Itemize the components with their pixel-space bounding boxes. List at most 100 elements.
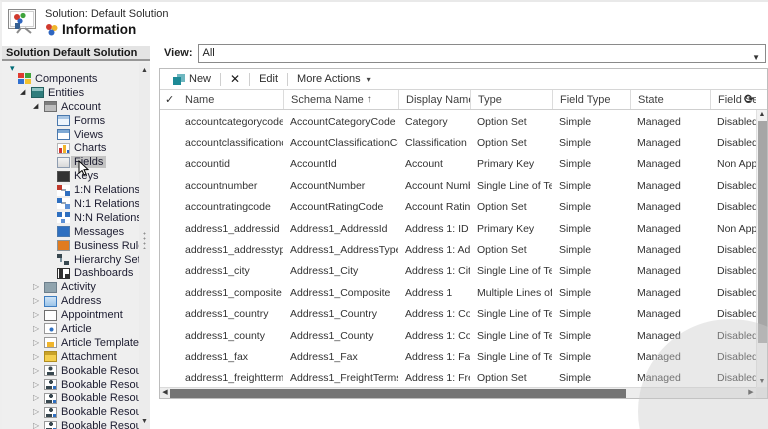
tree-item[interactable]: ▷ Appointment	[2, 308, 139, 322]
cell-field_type: Simple	[559, 222, 592, 235]
expander-icon[interactable]: ▷	[33, 324, 44, 334]
scroll-up-icon[interactable]: ▲	[757, 110, 767, 120]
view-select[interactable]: All ▼	[197, 43, 766, 66]
expander-icon[interactable]: ▷	[33, 407, 44, 417]
expander-icon[interactable]: ◢	[20, 88, 31, 98]
column-header-schema-name[interactable]: Schema Name ↑	[283, 90, 398, 109]
cell-field_sec: Disabled	[717, 201, 756, 214]
expander-icon[interactable]: ▷	[33, 393, 44, 403]
view-selected-option: All	[202, 46, 215, 59]
dropdown-arrow-icon[interactable]: ▼	[752, 49, 760, 66]
tree-item[interactable]: ▷ Bookable Resource ...	[2, 405, 139, 419]
table-row[interactable]: address1_city Address1_City Address 1: Cit…	[160, 261, 756, 282]
bookable-resource-icon	[44, 365, 57, 377]
select-all-column-header[interactable]: ✓	[160, 90, 178, 109]
forms-icon	[57, 115, 70, 127]
tree-item[interactable]: 1:N Relationships	[2, 183, 139, 197]
cell-name: address1_addresstypecode	[185, 244, 283, 257]
cell-name: accountcategorycode	[185, 115, 283, 128]
cell-display: Address 1: Addr...	[405, 244, 470, 257]
scrollbar-grip[interactable]	[142, 231, 147, 250]
cell-type: Option Set	[477, 137, 527, 150]
column-header-name[interactable]: Name	[178, 90, 283, 109]
tree-item[interactable]: Forms	[2, 114, 139, 128]
cell-display: Account	[405, 158, 443, 171]
expander-icon[interactable]: ▷	[33, 380, 44, 390]
cell-name: address1_county	[185, 329, 265, 342]
table-row[interactable]: accountcategorycode AccountCategoryCode Ca…	[160, 111, 756, 132]
expander-icon[interactable]: ▷	[33, 310, 44, 320]
view-bar: View: All ▼	[164, 43, 766, 63]
tree-item[interactable]: Components	[2, 72, 139, 86]
scroll-up-icon[interactable]: ▲	[139, 65, 150, 76]
tree-item[interactable]: ▷ Attachment	[2, 350, 139, 364]
tree-item[interactable]: Business Rules	[2, 239, 139, 253]
tree-item[interactable]: N:1 Relationships	[2, 197, 139, 211]
tree-item[interactable]: Fields	[2, 155, 139, 169]
tree-item[interactable]: Charts	[2, 141, 139, 155]
table-row[interactable]: accountnumber AccountNumber Account Number…	[160, 175, 756, 196]
tree-item[interactable]: ▷ Bookable Resource	[2, 364, 139, 378]
tree-item-label: Bookable Resource ...	[61, 392, 139, 405]
toolbar-divider	[287, 72, 289, 86]
tree-item[interactable]: Keys	[2, 169, 139, 183]
cell-field_type: Simple	[559, 158, 592, 171]
cell-state: Managed	[637, 158, 681, 171]
column-header-state[interactable]: State	[630, 90, 710, 109]
tree-item[interactable]: ▷ Bookable Resource ...	[2, 419, 139, 429]
table-row[interactable]: address1_composite Address1_Composite Addr…	[160, 282, 756, 303]
tree-item[interactable]: Dashboards	[2, 266, 139, 280]
scroll-left-icon[interactable]: ◀	[160, 388, 170, 398]
tree-scrollbar[interactable]: ▲ ▼	[139, 63, 150, 429]
column-header-label: Schema Name	[291, 93, 364, 106]
expander-icon[interactable]: ◢	[33, 102, 44, 112]
tree-item[interactable]: ▷ Article	[2, 322, 139, 336]
tree-item[interactable]: ▷ Bookable Resource ...	[2, 378, 139, 392]
expander-icon[interactable]: ▷	[33, 296, 44, 306]
expander-icon[interactable]: ▷	[33, 282, 44, 292]
column-header-type[interactable]: Type	[470, 90, 552, 109]
delete-icon: ✕	[230, 72, 241, 86]
expander-icon[interactable]: ▷	[33, 352, 44, 362]
tree-item[interactable]: ▷ Address	[2, 294, 139, 308]
cell-schema: Address1_Fax	[290, 350, 358, 363]
cell-name: address1_country	[185, 308, 269, 321]
tree-item[interactable]: Views	[2, 128, 139, 142]
cell-field_type: Simple	[559, 265, 592, 278]
tree-item[interactable]: Messages	[2, 225, 139, 239]
components-icon	[18, 73, 31, 85]
tree-item-label: Bookable Resource ...	[61, 406, 139, 419]
table-row[interactable]: accountclassificationcode AccountClassifi…	[160, 132, 756, 153]
tree-item[interactable]: ▷ Bookable Resource ...	[2, 391, 139, 405]
tree-item[interactable]: ▷ Article Template	[2, 336, 139, 350]
vertical-scroll-thumb[interactable]	[758, 121, 767, 343]
expander-icon[interactable]: ▷	[33, 366, 44, 376]
tree-item[interactable]: ▷ Activity	[2, 280, 139, 294]
table-row[interactable]: accountid AccountId Account Primary Key Simp…	[160, 154, 756, 175]
column-header-field-type[interactable]: Field Type	[552, 90, 630, 109]
table-row[interactable]: address1_addressid Address1_AddressId Addr…	[160, 218, 756, 239]
solution-window: Solution: Default Solution Information S…	[0, 0, 768, 429]
scroll-down-icon[interactable]: ▼	[139, 416, 150, 427]
tree-item[interactable]: ◢ Entities	[2, 86, 139, 100]
tree-item-label: Attachment	[61, 350, 117, 363]
address-icon	[44, 295, 57, 307]
new-button[interactable]: New	[167, 69, 217, 89]
horizontal-scroll-thumb[interactable]	[170, 389, 626, 398]
delete-button[interactable]: ✕	[224, 69, 246, 89]
cell-field_type: Simple	[559, 201, 592, 214]
more-actions-button[interactable]: More Actions ▾	[291, 69, 377, 89]
expander-icon[interactable]: ▷	[33, 338, 44, 348]
refresh-icon[interactable]: ⟳	[744, 92, 754, 106]
expander-icon[interactable]: ▷	[33, 421, 44, 429]
table-row[interactable]: address1_addresstypecode Address1_Address…	[160, 239, 756, 260]
table-row[interactable]: accountratingcode AccountRatingCode Accoun…	[160, 197, 756, 218]
tree-item[interactable]: ◢ Account	[2, 100, 139, 114]
tree-item[interactable]: N:N Relationshi...	[2, 211, 139, 225]
table-row[interactable]: address1_country Address1_Country Address …	[160, 304, 756, 325]
check-icon: ✓	[165, 94, 175, 106]
column-header-display-name[interactable]: Display Name	[398, 90, 470, 109]
tree-item[interactable]: Hierarchy Setti...	[2, 253, 139, 267]
edit-button[interactable]: Edit	[253, 69, 284, 89]
app-header: Solution: Default Solution Information	[7, 7, 169, 37]
